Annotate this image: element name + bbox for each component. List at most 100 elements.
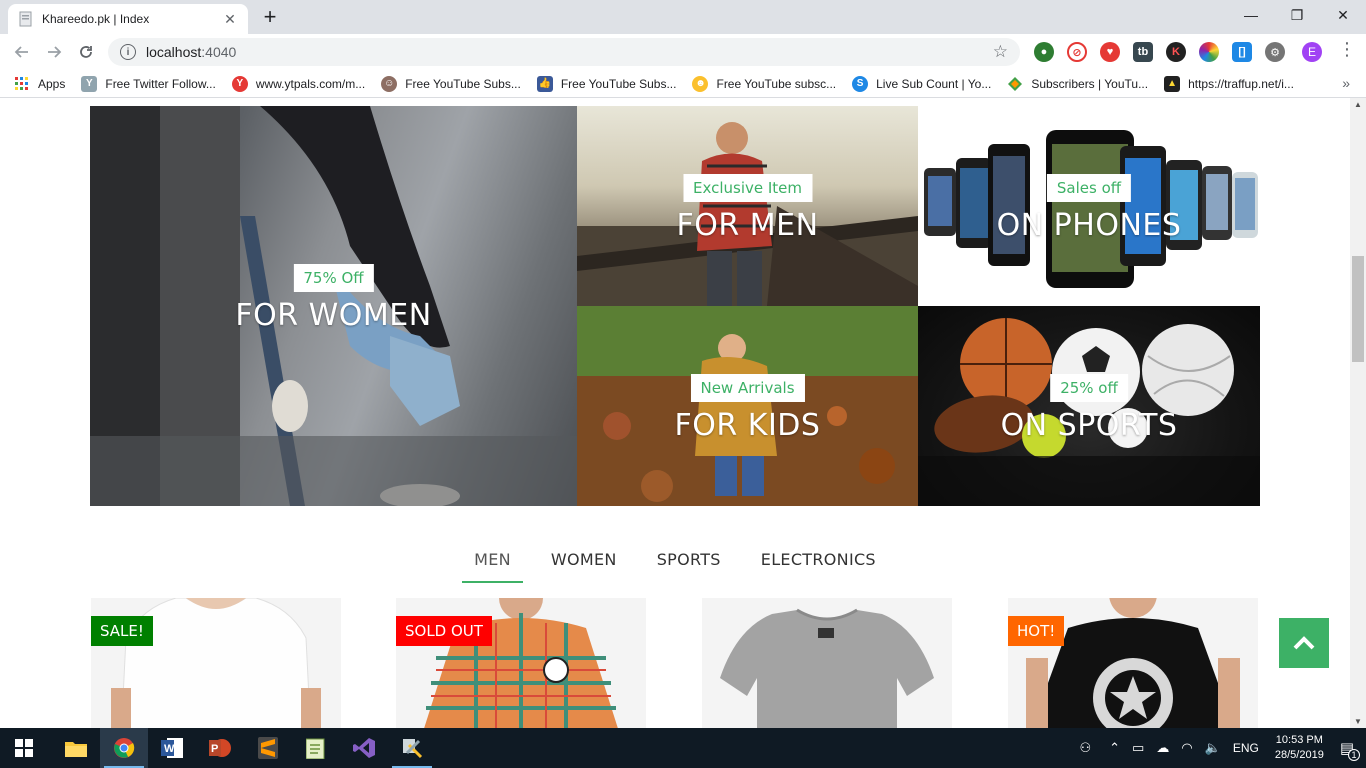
close-tab-icon[interactable]: ✕ (222, 11, 238, 28)
emoji-icon: ☻ (692, 75, 709, 92)
taskbar-chrome[interactable] (100, 728, 148, 768)
extension-tb-icon[interactable]: tb (1133, 42, 1153, 62)
minimize-icon[interactable]: — (1228, 0, 1274, 30)
people-icon[interactable]: ⚇ (1079, 740, 1091, 756)
chevron-up-icon (1293, 636, 1315, 650)
tab-electronics[interactable]: ELECTRONICS (749, 546, 888, 583)
product-card[interactable] (702, 598, 952, 728)
product-card[interactable]: SOLD OUT (396, 598, 646, 728)
page-icon (19, 11, 32, 27)
folder-icon (65, 742, 87, 757)
word-icon: W (161, 738, 183, 758)
extension-k-icon[interactable]: K (1166, 42, 1186, 62)
reload-icon (80, 46, 92, 58)
scrollbar-thumb[interactable] (1352, 256, 1364, 362)
banner-men[interactable]: Exclusive Item FOR MEN (577, 106, 918, 306)
taskbar-powerpoint[interactable]: P (196, 728, 244, 768)
bookmark-item[interactable]: 👍 Free YouTube Subs... (536, 75, 676, 92)
battery-icon[interactable]: ▭ (1132, 740, 1144, 756)
banner-kids[interactable]: New Arrivals FOR KIDS (577, 306, 918, 506)
tab-men[interactable]: MEN (462, 546, 523, 583)
browser-tab-strip: Khareedo.pk | Index ✕ + — ❐ ✕ (0, 0, 1366, 34)
language-indicator[interactable]: ENG (1233, 741, 1259, 755)
extension-gear-icon[interactable]: ⚙ (1265, 42, 1285, 62)
bookmark-item[interactable]: ☺ Free YouTube Subs... (381, 75, 521, 92)
url-port: :4040 (201, 44, 237, 60)
thumbs-up-icon: 👍 (536, 75, 553, 92)
bookmark-label: Apps (38, 76, 66, 91)
close-window-icon[interactable]: ✕ (1320, 0, 1366, 30)
forward-button[interactable] (38, 36, 70, 68)
sports-photo (918, 318, 1260, 506)
banner-women[interactable]: 75% Off FOR WOMEN (90, 106, 577, 506)
system-tray: ⚇ ⌃ ▭ ☁ ◠ 🔈 ENG 10:53 PM 28/5/2019 ▤ 1 (1073, 728, 1366, 768)
restore-icon[interactable]: ❐ (1274, 0, 1320, 30)
banner-sports[interactable]: 25% off ON SPORTS (918, 306, 1260, 506)
banner-sports-label: 25% off (1050, 374, 1128, 402)
clock[interactable]: 10:53 PM 28/5/2019 (1275, 733, 1324, 763)
bookmark-apps[interactable]: Apps (14, 76, 65, 92)
chevron-up-tray-icon[interactable]: ⌃ (1109, 740, 1120, 756)
tab-title: Khareedo.pk | Index (42, 12, 150, 26)
banner-men-title: FOR MEN (676, 208, 819, 243)
windows-taskbar: W P ⚇ ⌃ ▭ ☁ ◠ 🔈 ENG 10:53 PM 28/5/2019 ▤… (0, 728, 1366, 768)
start-button[interactable] (0, 728, 48, 768)
extension-heart-icon[interactable]: ♥ (1100, 42, 1120, 62)
page-viewport: 75% Off FOR WOMEN Exclusive Item FOR MEN (0, 98, 1350, 728)
product-card[interactable]: SALE! (91, 598, 341, 728)
new-tab-button[interactable]: + (258, 6, 282, 28)
bookmark-item[interactable]: Subscribers | YouTu... (1007, 76, 1148, 92)
banner-men-label: Exclusive Item (682, 174, 813, 202)
taskbar-word[interactable]: W (148, 728, 196, 768)
window-controls: — ❐ ✕ (1228, 0, 1366, 30)
tab-women[interactable]: WOMEN (539, 546, 629, 583)
volume-icon[interactable]: 🔈 (1205, 740, 1221, 756)
product-card[interactable]: HOT! (1008, 598, 1258, 728)
scroll-down-icon[interactable]: ▼ (1354, 717, 1362, 726)
scroll-up-icon[interactable]: ▲ (1354, 100, 1362, 109)
taskbar-tools[interactable] (388, 728, 436, 768)
clock-date: 28/5/2019 (1274, 749, 1324, 761)
bookmark-item[interactable]: ☻ Free YouTube subsc... (692, 75, 836, 92)
extension-blocker-icon[interactable]: ⊘ (1067, 42, 1087, 62)
arrow-left-icon (14, 46, 28, 58)
bookmark-star-icon[interactable]: ☆ (993, 42, 1008, 62)
wifi-icon[interactable]: ◠ (1181, 740, 1192, 756)
bookmark-label: Live Sub Count | Yo... (876, 76, 992, 91)
address-bar[interactable]: i localhost:4040 ☆ (108, 38, 1020, 66)
arrow-up-icon: ▲ (1164, 75, 1181, 92)
banner-kids-title: FOR KIDS (674, 408, 821, 443)
bookmark-item[interactable]: S Live Sub Count | Yo... (852, 75, 992, 92)
back-button[interactable] (6, 36, 38, 68)
extension-colorwheel-icon[interactable] (1199, 42, 1219, 62)
bookmarks-overflow-icon[interactable]: » (1342, 75, 1350, 91)
taskbar-file-explorer[interactable] (52, 728, 100, 768)
profile-avatar[interactable]: E (1302, 42, 1322, 62)
taskbar-visual-studio[interactable] (340, 728, 388, 768)
extensions-row: ● ⊘ ♥ tb K [] ⚙ (1034, 42, 1285, 62)
notification-center-icon[interactable]: ▤ 1 (1340, 739, 1360, 761)
chrome-icon (114, 738, 135, 758)
product-badge: SOLD OUT (396, 616, 492, 646)
back-to-top-button[interactable] (1279, 618, 1329, 668)
url-host: localhost (146, 44, 202, 60)
bookmark-item[interactable]: ▲ https://traffup.net/i... (1164, 75, 1294, 92)
svg-text:W: W (164, 743, 175, 755)
browser-tab[interactable]: Khareedo.pk | Index ✕ (8, 4, 248, 34)
reload-button[interactable] (70, 36, 102, 68)
bookmark-item[interactable]: Y Free Twitter Follow... (81, 75, 216, 92)
page-scrollbar[interactable]: ▲ ▼ (1350, 98, 1366, 728)
banner-sports-title: ON SPORTS (1000, 408, 1178, 443)
taskbar-notepadpp[interactable] (292, 728, 340, 768)
onedrive-icon[interactable]: ☁ (1156, 740, 1169, 756)
browser-menu-icon[interactable]: ⋮ (1338, 40, 1356, 58)
info-icon[interactable]: i (120, 44, 136, 60)
ytpals-icon: Y (231, 75, 248, 92)
extension-globe-icon[interactable]: ● (1034, 42, 1054, 62)
banner-phones[interactable]: Sales off ON PHONES (918, 106, 1260, 306)
extension-bracket-icon[interactable]: [] (1232, 42, 1252, 62)
tools-icon (403, 739, 423, 759)
bookmark-item[interactable]: Y www.ytpals.com/m... (231, 75, 365, 92)
taskbar-sublime[interactable] (244, 728, 292, 768)
tab-sports[interactable]: SPORTS (645, 546, 733, 583)
